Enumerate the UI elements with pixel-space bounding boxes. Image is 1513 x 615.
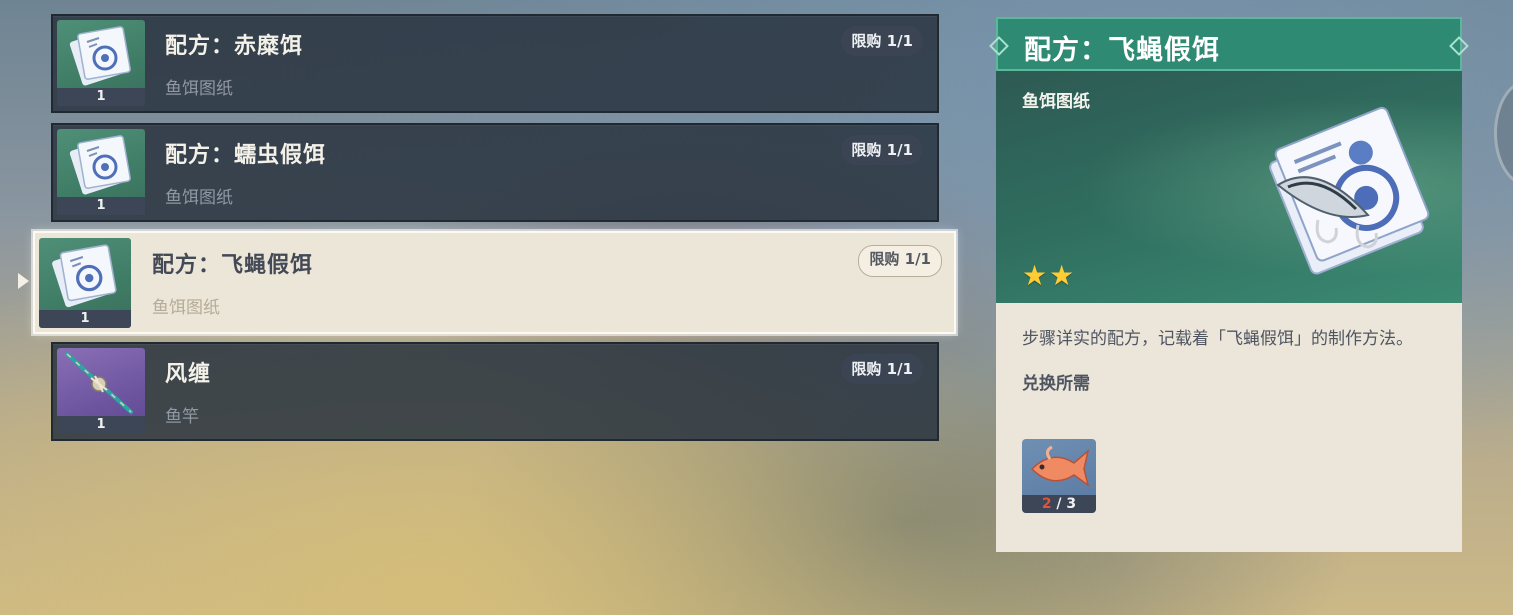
item-count: 1 xyxy=(39,310,131,328)
fishing-rod-icon xyxy=(65,352,133,414)
purchase-limit-badge: 限购 1/1 xyxy=(841,354,923,384)
item-count: 1 xyxy=(57,416,145,434)
fish-icon xyxy=(1030,445,1090,487)
item-title: 配方：赤糜饵 xyxy=(165,34,304,59)
item-title: 配方：飞蝇假饵 xyxy=(152,253,314,278)
item-thumbnail: 1 xyxy=(57,20,145,106)
purchase-limit-badge: 限购 1/1 xyxy=(858,245,942,277)
item-category: 鱼饵图纸 xyxy=(152,298,220,318)
item-detail-panel: 配方：飞蝇假饵 鱼饵图纸 ★★ 步骤详实的配方，记载着「飞蝇假饵」的制作方法。 … xyxy=(989,17,1469,552)
bait-blueprint-icon xyxy=(69,135,131,195)
item-count: 1 xyxy=(57,88,145,106)
purchase-limit-badge: 限购 1/1 xyxy=(841,135,923,165)
detail-title: 配方：飞蝇假饵 xyxy=(1024,35,1220,66)
rarity-stars: ★★ xyxy=(1022,259,1076,292)
item-category: 鱼竿 xyxy=(165,407,199,427)
material-quantity: 2 / 3 xyxy=(1022,495,1096,513)
purchase-limit-badge: 限购 1/1 xyxy=(841,26,923,56)
detail-artwork: 鱼饵图纸 ★★ xyxy=(996,71,1462,303)
detail-body: 步骤详实的配方，记载着「飞蝇假饵」的制作方法。 兑换所需 2 / 3 xyxy=(996,303,1462,552)
bait-blueprint-icon xyxy=(1269,106,1430,275)
selection-pointer-icon xyxy=(18,273,29,289)
item-count: 1 xyxy=(57,197,145,215)
item-category: 鱼饵图纸 xyxy=(165,79,233,99)
item-title: 风缠 xyxy=(165,362,212,387)
ornament-icon xyxy=(1449,36,1469,56)
ornament-icon xyxy=(989,36,1009,56)
shop-item-row[interactable]: 1 配方：赤糜饵 鱼饵图纸 限购 1/1 xyxy=(51,14,939,113)
bait-blueprint-icon xyxy=(69,26,131,86)
star-icon: ★ xyxy=(1049,259,1075,292)
required-material[interactable]: 2 / 3 xyxy=(1022,439,1096,513)
item-thumbnail: 1 xyxy=(57,348,145,434)
bait-blueprint-icon xyxy=(52,244,117,308)
side-decoration xyxy=(1494,80,1513,186)
item-description: 步骤详实的配方，记载着「飞蝇假饵」的制作方法。 xyxy=(1022,329,1413,349)
item-title: 配方：蠕虫假饵 xyxy=(165,143,327,168)
shop-item-row[interactable]: 1 配方：蠕虫假饵 鱼饵图纸 限购 1/1 xyxy=(51,123,939,222)
detail-type: 鱼饵图纸 xyxy=(1022,92,1090,112)
shop-item-row-selected[interactable]: 1 配方：飞蝇假饵 鱼饵图纸 限购 1/1 xyxy=(33,231,956,334)
item-category: 鱼饵图纸 xyxy=(165,188,233,208)
detail-header: 配方：飞蝇假饵 xyxy=(989,17,1469,71)
star-icon: ★ xyxy=(1022,259,1048,292)
item-thumbnail: 1 xyxy=(39,238,131,328)
requirement-label: 兑换所需 xyxy=(1022,374,1090,394)
shop-item-row[interactable]: 1 风缠 鱼竿 限购 1/1 xyxy=(51,342,939,441)
item-thumbnail: 1 xyxy=(57,129,145,215)
